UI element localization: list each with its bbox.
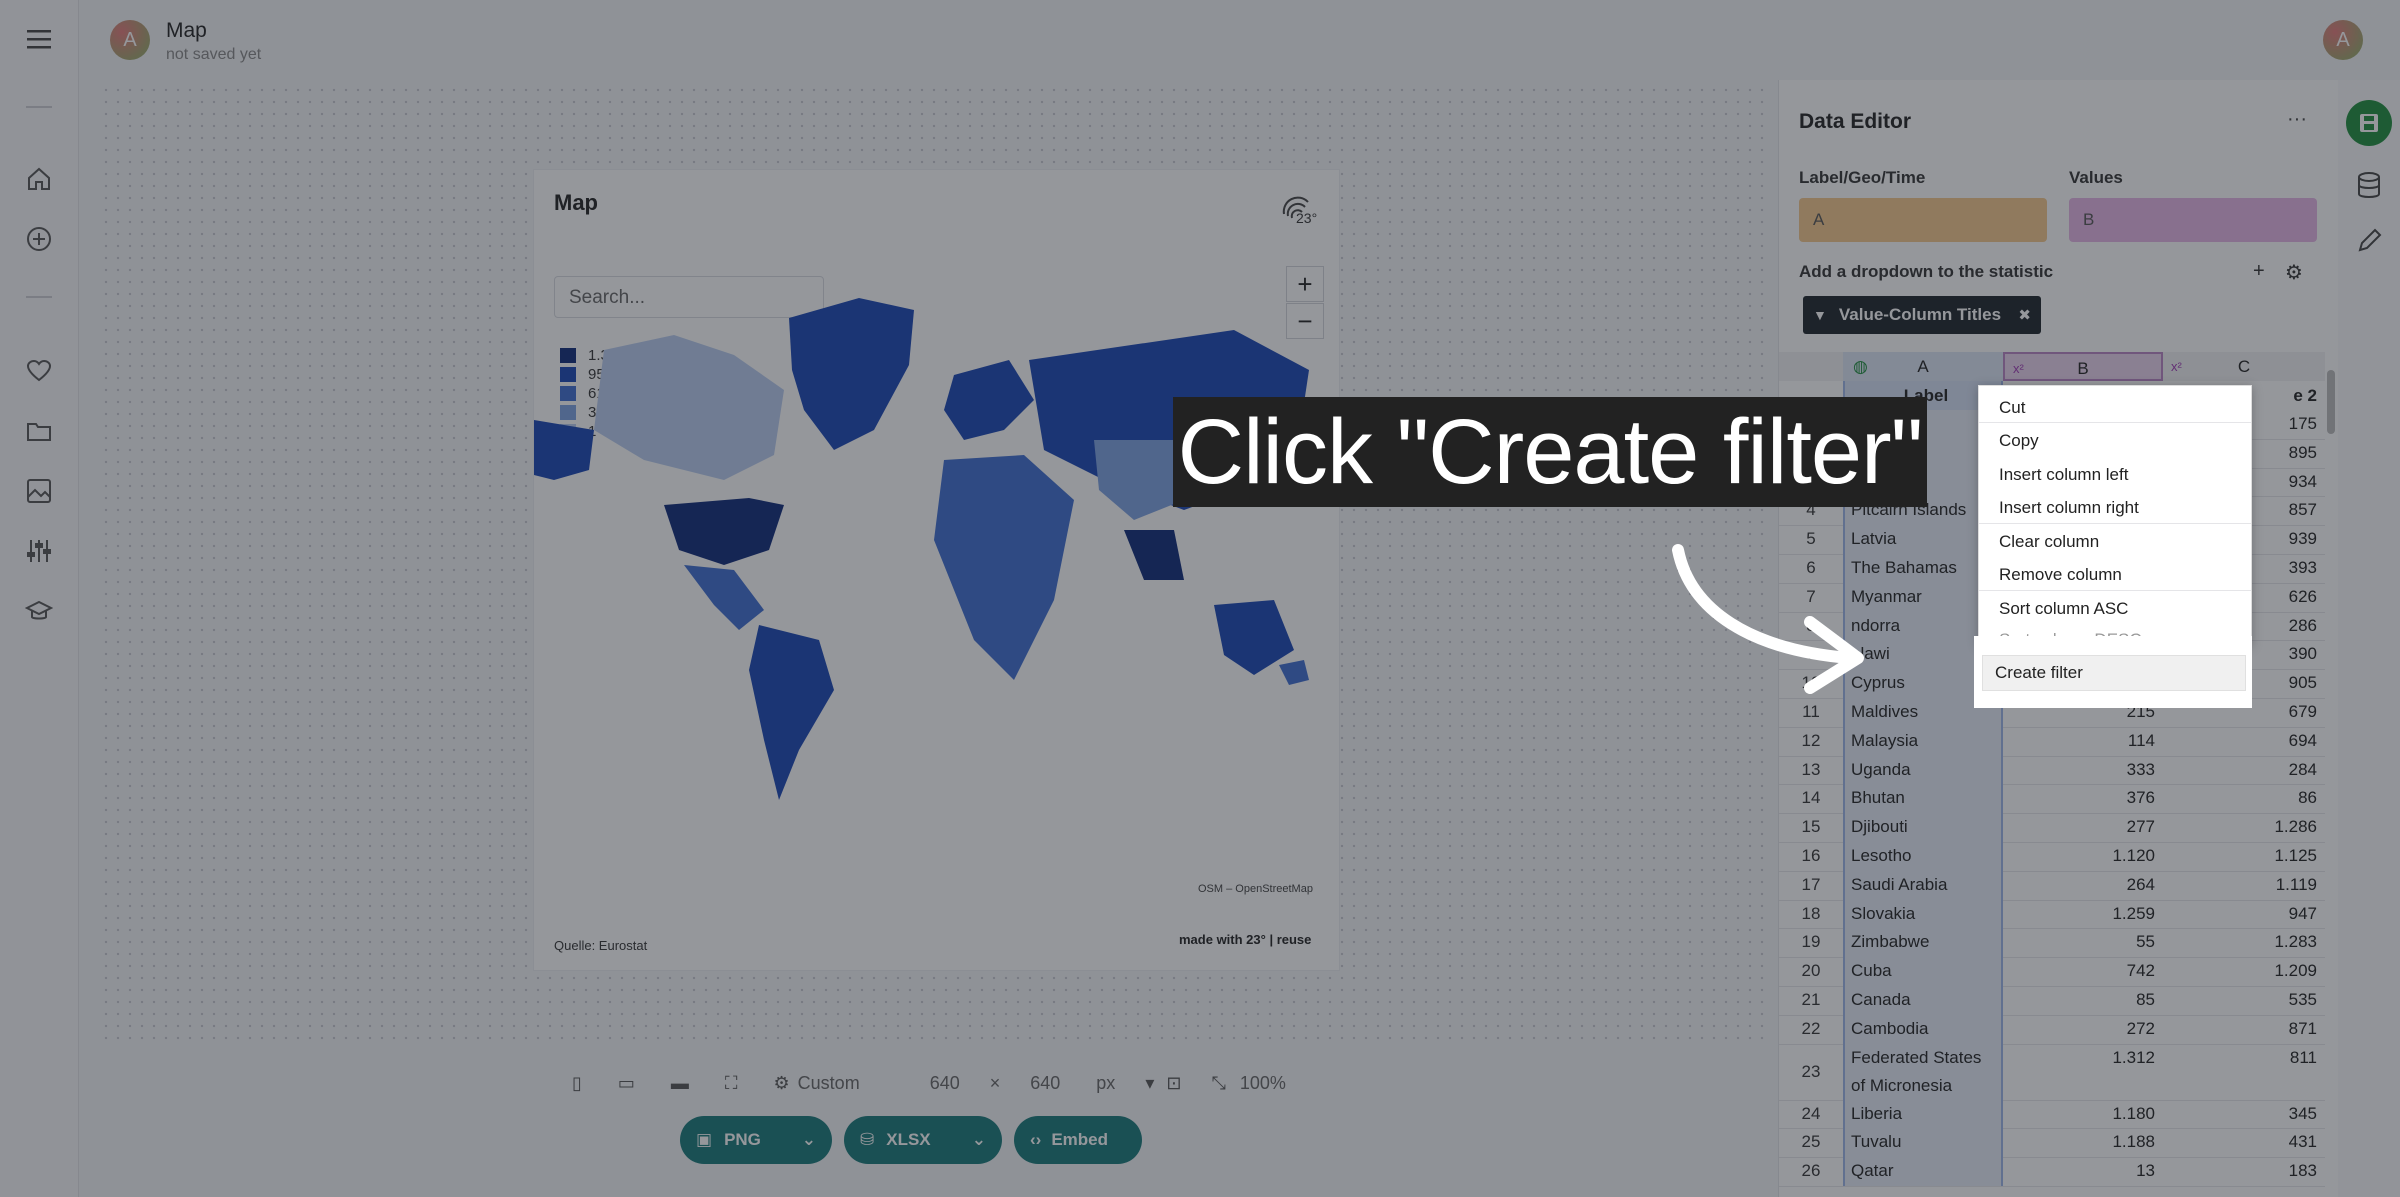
- menu-divider: [1979, 422, 2251, 423]
- menu-item-sort-column-asc[interactable]: Sort column ASC: [1999, 599, 2128, 619]
- menu-item-cut[interactable]: Cut: [1999, 398, 2025, 418]
- menu-item-remove-column[interactable]: Remove column: [1999, 565, 2122, 585]
- menu-divider: [1979, 590, 2251, 591]
- menu-divider: [1979, 523, 2251, 524]
- create-filter-highlight: Create filter: [1974, 636, 2252, 708]
- column-context-menu: Cut Copy Insert column left Insert column r…: [1978, 385, 2252, 649]
- menu-item-insert-column-right[interactable]: Insert column right: [1999, 498, 2139, 518]
- pointer-arrow-icon: [1672, 544, 1864, 694]
- instruction-banner: Click "Create filter": [1173, 397, 1927, 507]
- menu-item-insert-column-left[interactable]: Insert column left: [1999, 465, 2128, 485]
- create-filter-menu-item[interactable]: Create filter: [1982, 655, 2246, 691]
- menu-item-copy[interactable]: Copy: [1999, 431, 2039, 451]
- menu-item-clear-column[interactable]: Clear column: [1999, 532, 2099, 552]
